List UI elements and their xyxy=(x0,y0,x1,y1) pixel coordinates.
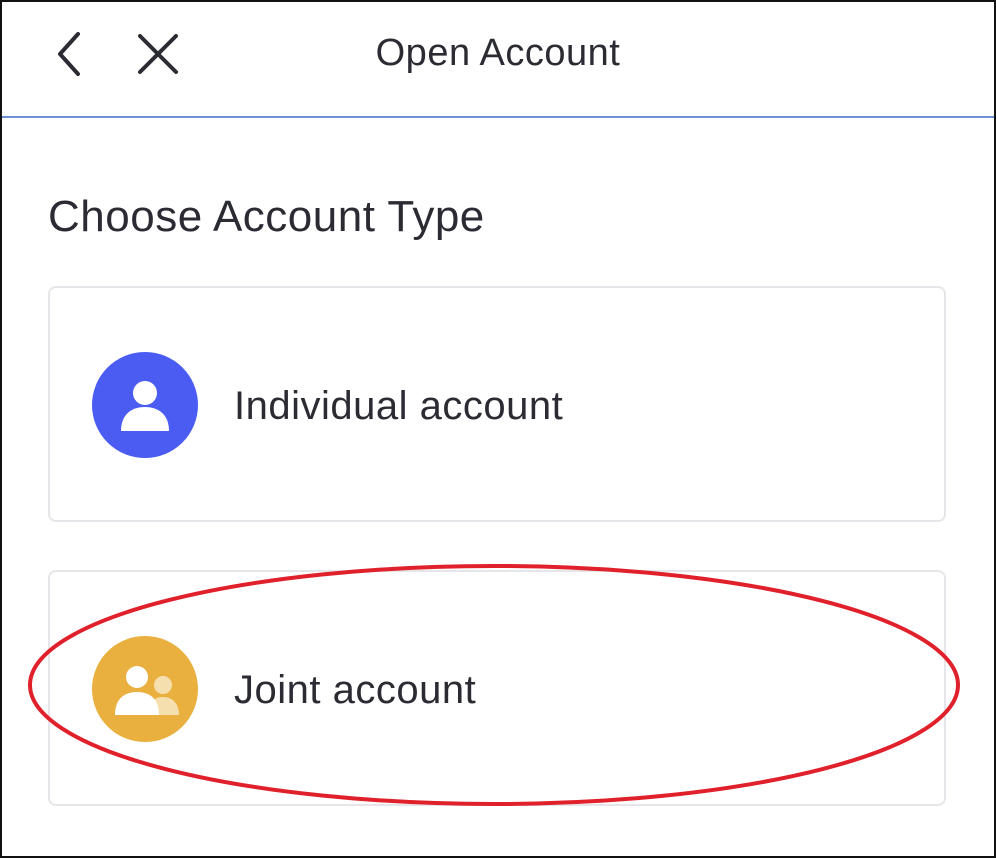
individual-account-label: Individual account xyxy=(234,384,564,428)
joint-account-label: Joint account xyxy=(234,668,477,712)
page-title: Open Account xyxy=(375,32,621,74)
joint-avatar xyxy=(92,636,198,742)
app-screen: Open Account Choose Account Type Individ… xyxy=(0,0,996,858)
joint-account-option[interactable]: Joint account xyxy=(48,570,946,806)
users-icon xyxy=(115,666,179,715)
individual-avatar xyxy=(92,352,198,458)
user-icon xyxy=(121,381,169,431)
top-bar: Open Account xyxy=(2,2,994,118)
individual-account-option[interactable]: Individual account xyxy=(48,286,946,522)
section-heading: Choose Account Type xyxy=(48,192,485,241)
